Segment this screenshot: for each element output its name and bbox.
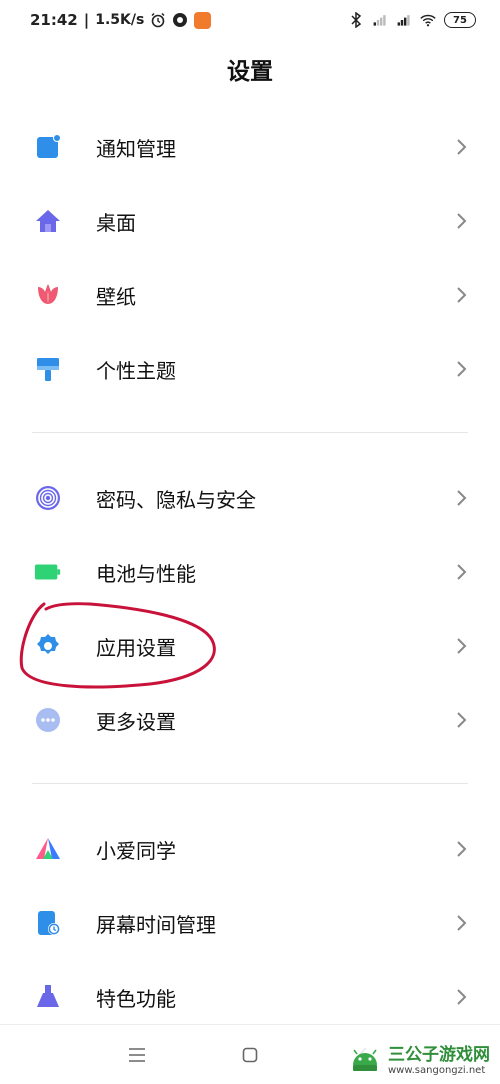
gear-icon xyxy=(34,632,62,660)
settings-item-wallpaper[interactable]: 壁纸 xyxy=(0,258,500,332)
signal-hd-1-icon xyxy=(372,12,388,28)
xiaoai-icon xyxy=(34,835,62,863)
settings-item-label: 电池与性能 xyxy=(96,561,196,586)
bluetooth-icon xyxy=(348,12,364,28)
chevron-right-icon xyxy=(454,137,470,157)
settings-item-app-settings[interactable]: 应用设置 xyxy=(0,609,500,683)
vpn-icon xyxy=(172,12,188,28)
settings-item-more-settings[interactable]: 更多设置 xyxy=(0,683,500,757)
screen-time-icon xyxy=(34,909,62,937)
settings-item-special-features[interactable]: 特色功能 xyxy=(0,960,500,1034)
section-divider xyxy=(32,432,468,433)
watermark: 三公子游戏网 www.sangongzi.net xyxy=(344,1038,494,1078)
home-icon xyxy=(34,207,62,235)
network-speed: 1.5K/s xyxy=(95,12,145,28)
settings-item-label: 小爱同学 xyxy=(96,838,176,863)
paintbrush-icon xyxy=(34,355,62,383)
settings-item-desktop[interactable]: 桌面 xyxy=(0,184,500,258)
wifi-icon xyxy=(420,12,436,28)
page-title: 设置 xyxy=(227,59,273,85)
notification-icon xyxy=(34,133,62,161)
watermark-url: www.sangongzi.net xyxy=(388,1065,486,1076)
settings-item-xiaoai[interactable]: 小爱同学 xyxy=(0,812,500,886)
signal-hd-2-icon xyxy=(396,12,412,28)
battery-indicator: 75 xyxy=(444,12,476,28)
chevron-right-icon xyxy=(454,488,470,508)
android-logo-icon xyxy=(353,1049,377,1071)
settings-item-screen-time[interactable]: 屏幕时间管理 xyxy=(0,886,500,960)
chevron-right-icon xyxy=(454,839,470,859)
flask-icon xyxy=(34,983,62,1011)
settings-item-battery[interactable]: 电池与性能 xyxy=(0,535,500,609)
settings-item-security[interactable]: 密码、隐私与安全 xyxy=(0,461,500,535)
app-notification-icon xyxy=(194,11,212,29)
settings-item-label: 应用设置 xyxy=(96,635,176,660)
status-separator: | xyxy=(83,11,90,29)
settings-item-label: 密码、隐私与安全 xyxy=(96,487,256,512)
battery-icon xyxy=(34,558,62,586)
settings-list: 通知管理 桌面 壁纸 个性主题 密码、隐私与安全 电池与性能 应用设置 更多设置… xyxy=(0,110,500,1034)
chevron-right-icon xyxy=(454,562,470,582)
menu-button[interactable] xyxy=(122,1040,152,1070)
fingerprint-icon xyxy=(34,484,62,512)
settings-item-notifications[interactable]: 通知管理 xyxy=(0,110,500,184)
home-button[interactable] xyxy=(235,1040,265,1070)
chevron-right-icon xyxy=(454,359,470,379)
settings-item-label: 桌面 xyxy=(96,210,136,235)
settings-item-label: 特色功能 xyxy=(96,986,176,1011)
chevron-right-icon xyxy=(454,987,470,1007)
status-left: 21:42 | 1.5K/s xyxy=(30,11,212,29)
section-divider xyxy=(32,783,468,784)
chevron-right-icon xyxy=(454,636,470,656)
tulip-icon xyxy=(34,281,62,309)
chevron-right-icon xyxy=(454,285,470,305)
settings-item-themes[interactable]: 个性主题 xyxy=(0,332,500,406)
chevron-right-icon xyxy=(454,913,470,933)
status-bar: 21:42 | 1.5K/s 75 xyxy=(0,0,500,40)
chevron-right-icon xyxy=(454,211,470,231)
alarm-icon xyxy=(150,12,166,28)
status-time: 21:42 xyxy=(30,11,78,29)
settings-item-label: 更多设置 xyxy=(96,709,176,734)
chevron-right-icon xyxy=(454,710,470,730)
settings-item-label: 壁纸 xyxy=(96,284,136,309)
settings-item-label: 屏幕时间管理 xyxy=(96,912,216,937)
more-icon xyxy=(34,706,62,734)
settings-item-label: 个性主题 xyxy=(96,358,176,383)
settings-item-label: 通知管理 xyxy=(96,136,176,161)
status-right: 75 xyxy=(348,12,476,28)
watermark-title: 三公子游戏网 xyxy=(388,1045,490,1065)
